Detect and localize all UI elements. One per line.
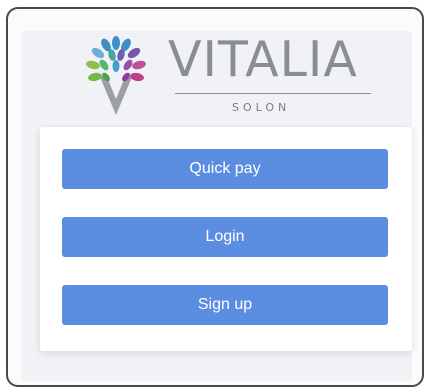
location-name: SOLON xyxy=(232,101,291,114)
action-card: Quick pay Login Sign up xyxy=(40,127,412,351)
vitalia-logo: VITALIA SOLON xyxy=(82,33,382,123)
login-button[interactable]: Login xyxy=(62,217,388,257)
sign-up-button[interactable]: Sign up xyxy=(62,285,388,325)
logo-divider xyxy=(175,93,371,94)
quick-pay-button[interactable]: Quick pay xyxy=(62,149,388,189)
brand-name: VITALIA xyxy=(168,31,358,88)
window-frame: VITALIA SOLON Quick pay Login Sign up xyxy=(6,7,424,387)
tree-v-icon xyxy=(86,36,146,115)
